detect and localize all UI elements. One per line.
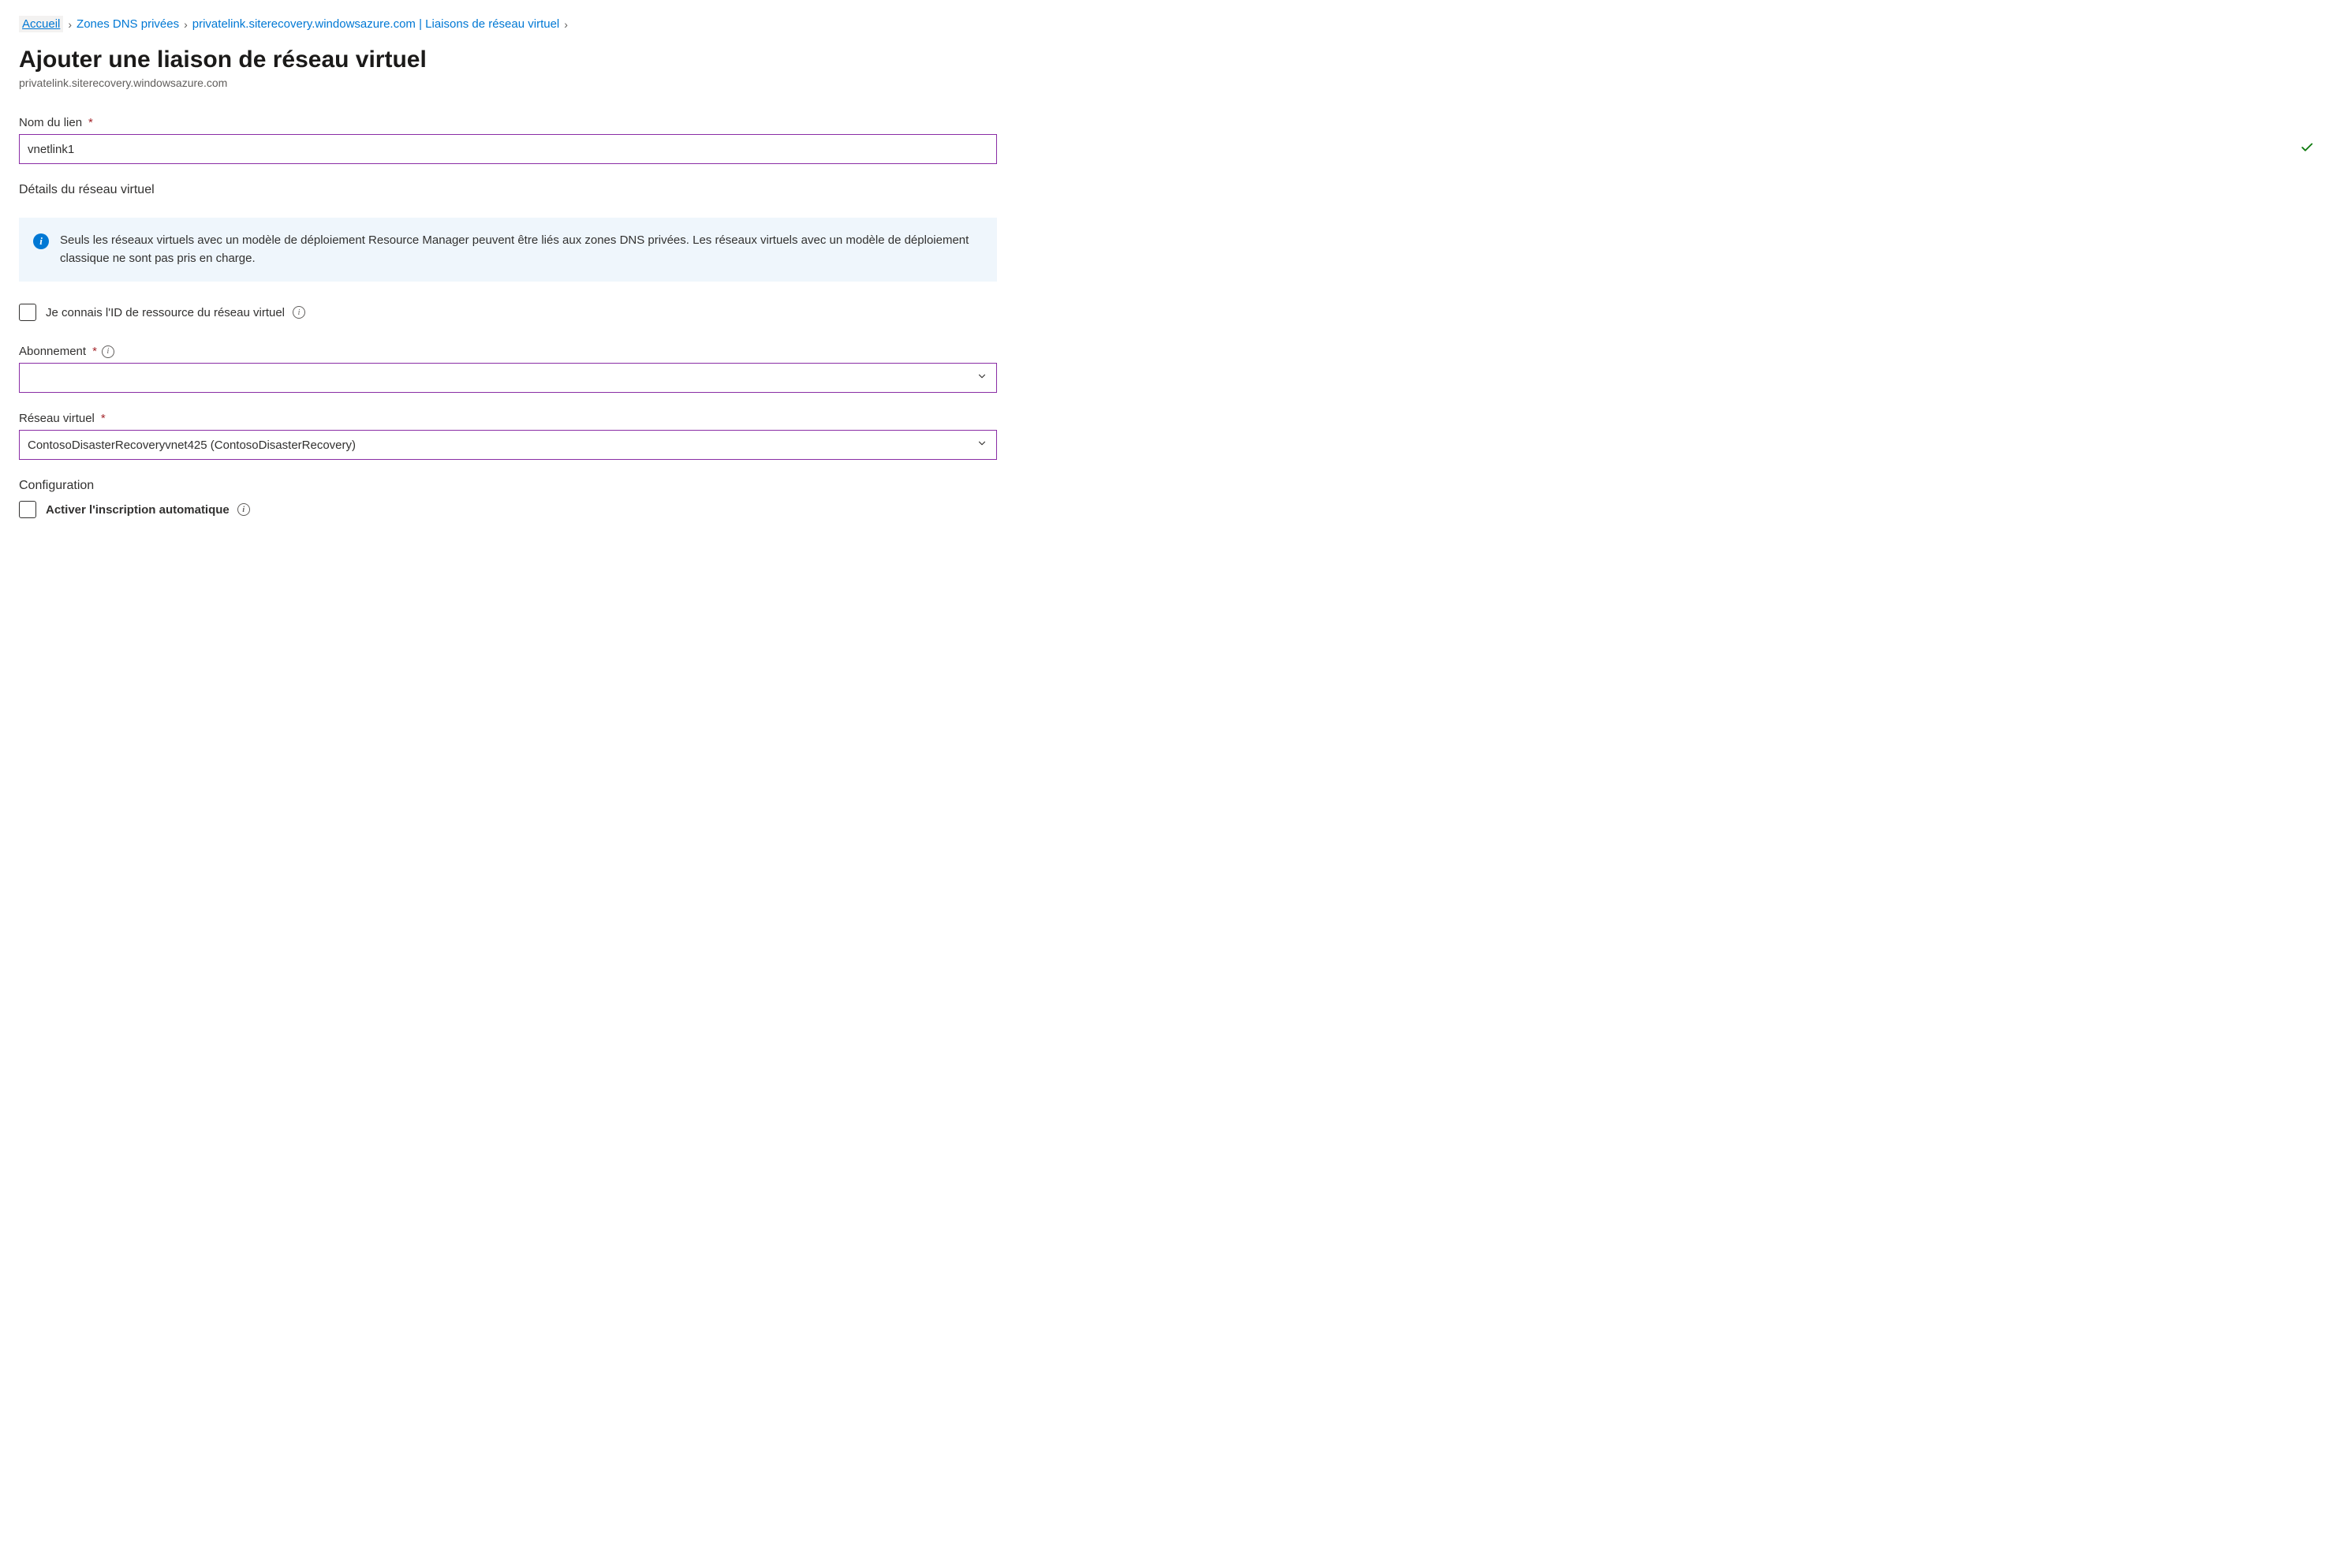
- auto-registration-label: Activer l'inscription automatique i: [46, 503, 250, 517]
- link-name-label: Nom du lien*: [19, 116, 2322, 129]
- auto-registration-checkbox[interactable]: [19, 501, 36, 518]
- chevron-right-icon: ›: [184, 18, 188, 31]
- info-icon: i: [33, 233, 49, 249]
- info-box: i Seuls les réseaux virtuels avec un mod…: [19, 218, 997, 282]
- info-message: Seuls les réseaux virtuels avec un modèl…: [60, 232, 983, 267]
- configuration-title: Configuration: [19, 479, 2322, 493]
- required-indicator: *: [88, 116, 93, 129]
- breadcrumb: Accueil › Zones DNS privées › privatelin…: [19, 16, 2322, 32]
- help-icon[interactable]: i: [102, 345, 114, 358]
- know-resource-id-checkbox[interactable]: [19, 304, 36, 321]
- breadcrumb-dns-zones[interactable]: Zones DNS privées: [77, 17, 179, 31]
- chevron-right-icon: ›: [68, 18, 72, 31]
- chevron-right-icon: ›: [564, 18, 568, 31]
- page-title: Ajouter une liaison de réseau virtuel: [19, 47, 2322, 73]
- breadcrumb-home[interactable]: Accueil: [19, 16, 63, 32]
- help-icon[interactable]: i: [293, 306, 305, 319]
- subscription-label: Abonnement* i: [19, 345, 2322, 358]
- link-name-input[interactable]: [19, 134, 997, 164]
- required-indicator: *: [101, 412, 106, 425]
- checkmark-icon: [2300, 140, 2314, 158]
- required-indicator: *: [92, 345, 97, 358]
- page-subtitle: privatelink.siterecovery.windowsazure.co…: [19, 77, 2322, 89]
- vnet-select[interactable]: ContosoDisasterRecoveryvnet425 (ContosoD…: [19, 430, 997, 460]
- help-icon[interactable]: i: [237, 503, 250, 516]
- subscription-select[interactable]: [19, 363, 997, 393]
- vnet-label: Réseau virtuel*: [19, 412, 2322, 425]
- know-resource-id-label: Je connais l'ID de ressource du réseau v…: [46, 306, 305, 319]
- vnet-details-title: Détails du réseau virtuel: [19, 183, 2322, 197]
- breadcrumb-zone-links[interactable]: privatelink.siterecovery.windowsazure.co…: [192, 17, 560, 31]
